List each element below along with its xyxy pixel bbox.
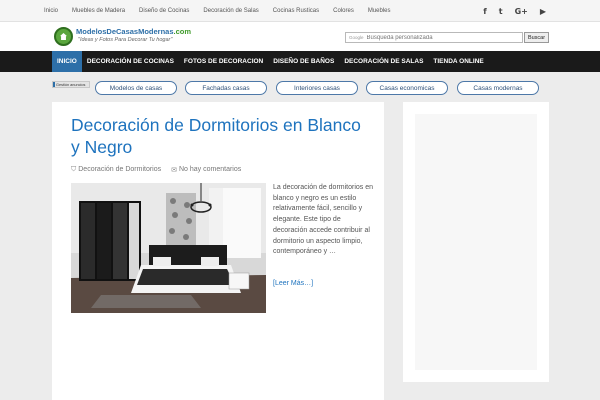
top-bar: Inicio Muebles de Madera Diseño de Cocin… [0, 0, 600, 22]
top-link-muebles[interactable]: Muebles [368, 8, 391, 14]
main-content: Decoración de Dormitorios en Blanco y Ne… [52, 102, 384, 400]
ad-pill-casas-economicas[interactable]: Casas economicas [366, 81, 448, 95]
top-link-diseno-cocinas[interactable]: Diseño de Cocinas [139, 8, 189, 14]
top-link-decoracion-salas[interactable]: Decoración de Salas [203, 8, 258, 14]
search-button[interactable]: Buscar [524, 32, 549, 43]
search-box: Google [345, 32, 523, 43]
ad-pill-interiores-casas[interactable]: Interiores casas [276, 81, 358, 95]
nav-item-tienda-online[interactable]: Tienda Online [428, 51, 488, 72]
tag-icon: ⛉ [71, 165, 77, 173]
facebook-icon[interactable]: f [483, 7, 486, 16]
site-logo-text[interactable]: ModelosDeCasasModernas.com [76, 27, 191, 36]
twitter-icon[interactable]: t [499, 7, 503, 16]
logo-main: ModelosDeCasasModernas [76, 27, 174, 36]
ad-management-badge[interactable]: Gestión anuncios [52, 81, 90, 88]
search-input[interactable] [366, 34, 507, 41]
top-link-colores[interactable]: Colores [333, 8, 354, 14]
nav-item-inicio[interactable]: Inicio [52, 51, 82, 72]
youtube-icon[interactable]: ▶ [540, 7, 546, 16]
main-nav: Inicio Decoración de Cocinas Fotos de De… [0, 51, 600, 72]
house-logo-icon[interactable] [54, 27, 73, 46]
sidebar [403, 102, 549, 382]
nav-item-decoracion-cocinas[interactable]: Decoración de Cocinas [82, 51, 179, 72]
nav-item-decoracion-salas[interactable]: Decoración de Salas [339, 51, 428, 72]
search-provider-label: Google [349, 35, 364, 40]
top-link-inicio[interactable]: Inicio [44, 8, 58, 14]
logo-tld: .com [173, 27, 192, 36]
ad-pill-modelos-casas[interactable]: Modelos de casas [95, 81, 177, 95]
nav-item-diseno-banos[interactable]: Diseño de Baños [268, 51, 339, 72]
nav-item-fotos-decoracion[interactable]: Fotos de Decoracion [179, 51, 268, 72]
read-more-link[interactable]: [Leer Más…] [273, 280, 313, 287]
comments-icon: ✉ [171, 165, 177, 174]
article-comments[interactable]: No hay comentarios [179, 166, 241, 173]
nav-items: Inicio Decoración de Cocinas Fotos de De… [52, 51, 489, 72]
top-link-cocinas-rusticas[interactable]: Cocinas Rusticas [273, 8, 319, 14]
bedroom-image [71, 183, 266, 313]
article-photo[interactable] [71, 183, 266, 313]
ad-pill-fachadas-casas[interactable]: Fachadas casas [185, 81, 267, 95]
article-meta: ⛉ Decoración de Dormitorios ✉ No hay com… [71, 165, 241, 174]
article-category[interactable]: Decoración de Dormitorios [78, 166, 161, 173]
social-links: f t G+ ▶ [483, 0, 546, 22]
site-tagline: "Ideas y Fotos Para Decorar Tu hogar" [78, 37, 173, 43]
top-link-muebles-madera[interactable]: Muebles de Madera [72, 8, 125, 14]
sidebar-ad-slot [415, 114, 537, 370]
ad-links-row: Gestión anuncios Modelos de casas Fachad… [0, 72, 600, 102]
google-plus-icon[interactable]: G+ [515, 7, 528, 16]
top-links: Inicio Muebles de Madera Diseño de Cocin… [44, 0, 405, 22]
article-title[interactable]: Decoración de Dormitorios en Blanco y Ne… [71, 114, 371, 158]
article-excerpt: La decoración de dormitorios en blanco y… [273, 184, 374, 256]
ad-pill-casas-modernas[interactable]: Casas modernas [457, 81, 539, 95]
site-header: ModelosDeCasasModernas.com "Ideas y Foto… [0, 22, 600, 51]
